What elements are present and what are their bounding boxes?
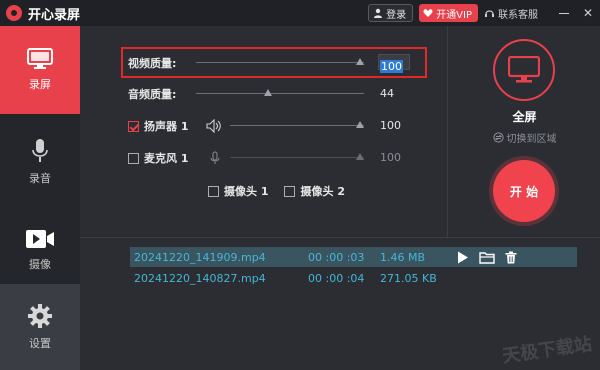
file-name: 20241220_140827.mp4: [134, 271, 266, 285]
service-label: 联系客服: [498, 9, 538, 21]
camera1-checkbox[interactable]: [208, 185, 219, 197]
sidebar-item-record-screen[interactable]: 录屏: [0, 26, 80, 114]
microphone-volume-value: 100: [380, 151, 401, 164]
start-button[interactable]: 开 始: [493, 160, 555, 222]
video-quality-slider[interactable]: [196, 53, 364, 73]
close-button[interactable]: ✕: [576, 0, 600, 26]
app-title: 开心录屏: [28, 7, 81, 23]
file-name: 20241220_141909.mp4: [134, 250, 266, 264]
audio-quality-label: 音频质量:: [128, 88, 177, 101]
play-icon[interactable]: [457, 251, 469, 264]
login-button[interactable]: 登录: [368, 4, 414, 22]
switch-to-region-link[interactable]: 切换到区域: [448, 130, 600, 145]
fullscreen-mode-button[interactable]: [493, 39, 555, 101]
start-label: 开 始: [509, 184, 539, 199]
vip-button[interactable]: 开通VIP: [419, 4, 478, 22]
sidebar: 录屏 录音 摄像 设置: [0, 26, 80, 370]
speaker-volume-value: 100: [380, 119, 401, 132]
video-quality-row: 视频质量:: [128, 53, 176, 73]
sidebar-item-label: 录音: [29, 172, 51, 185]
app-window: 开心录屏 登录 开通VIP 联系客服 ✕ 录屏 录音 摄像 设置 视频质量: 1…: [0, 0, 600, 370]
title-bar: 开心录屏 登录 开通VIP 联系客服 ✕: [0, 0, 600, 26]
slider-thumb[interactable]: [356, 58, 364, 65]
capture-panel: 全屏 切换到区域 开 始: [447, 26, 600, 237]
microphone-volume-slider[interactable]: [230, 148, 364, 168]
microphone-volume-icon: [210, 151, 220, 164]
recordings-list: 20241220_141909.mp4 00 :00 :03 1.46 MB 2…: [80, 237, 600, 370]
file-size: 271.05 KB: [380, 271, 437, 285]
headset-icon: [485, 9, 494, 17]
folder-icon[interactable]: [479, 251, 495, 264]
video-quality-input[interactable]: 100: [378, 54, 410, 73]
sidebar-item-camera[interactable]: 摄像: [0, 214, 80, 286]
monitor-icon: [27, 48, 53, 69]
heart-icon: [423, 9, 433, 17]
sidebar-item-label: 设置: [29, 337, 51, 350]
camera2-option[interactable]: 摄像头 2: [284, 183, 345, 199]
sidebar-item-settings[interactable]: 设置: [0, 284, 80, 370]
audio-quality-row: 音频质量:: [128, 84, 176, 104]
camera-icon: [26, 230, 54, 248]
trash-icon[interactable]: [505, 251, 517, 264]
minimize-button[interactable]: [552, 0, 576, 26]
microphone-row: 麦克风 1: [128, 148, 188, 168]
camera2-label: 摄像头 2: [300, 185, 345, 198]
slider-thumb[interactable]: [264, 89, 272, 96]
login-label: 登录: [386, 9, 407, 21]
vip-label: 开通VIP: [436, 9, 472, 21]
gear-icon: [28, 304, 52, 328]
camera1-label: 摄像头 1: [224, 185, 269, 198]
logo-icon: [6, 5, 22, 21]
microphone-checkbox[interactable]: [128, 152, 139, 164]
speaker-checkbox[interactable]: [128, 120, 139, 132]
speaker-label: 扬声器 1: [144, 120, 189, 133]
switch-icon: [492, 132, 504, 143]
file-duration: 00 :00 :03: [308, 250, 365, 264]
watermark: 天极下载站: [501, 333, 594, 368]
camera-options: 摄像头 1 摄像头 2: [208, 183, 361, 199]
app-logo: 开心录屏: [6, 4, 80, 23]
contact-service-button[interactable]: 联系客服: [484, 4, 538, 22]
camera1-option[interactable]: 摄像头 1: [208, 183, 268, 199]
list-item[interactable]: 20241220_140827.mp4 00 :00 :04 271.05 KB: [130, 268, 577, 288]
speaker-volume-slider[interactable]: [230, 116, 364, 136]
microphone-icon: [32, 139, 48, 162]
speaker-volume-icon: [206, 119, 221, 133]
sidebar-item-record-audio[interactable]: 录音: [0, 126, 80, 198]
user-icon: [374, 8, 383, 18]
monitor-icon: [508, 56, 540, 83]
video-quality-label: 视频质量:: [128, 57, 177, 70]
list-item[interactable]: 20241220_141909.mp4 00 :00 :03 1.46 MB: [130, 247, 577, 267]
audio-quality-value: 44: [380, 87, 394, 100]
camera2-checkbox[interactable]: [284, 185, 296, 197]
video-quality-value: 100: [380, 60, 403, 73]
slider-thumb[interactable]: [356, 153, 364, 160]
file-size: 1.46 MB: [380, 250, 426, 264]
sidebar-item-label: 摄像: [29, 258, 51, 271]
speaker-row: 扬声器 1: [128, 116, 188, 136]
slider-thumb[interactable]: [356, 121, 364, 128]
audio-quality-slider[interactable]: [196, 84, 364, 104]
capture-mode-label: 全屏: [512, 110, 537, 124]
microphone-label: 麦克风 1: [144, 152, 189, 165]
switch-to-region-label: 切换到区域: [506, 134, 557, 145]
sidebar-item-label: 录屏: [29, 78, 51, 91]
file-duration: 00 :00 :04: [308, 271, 365, 285]
